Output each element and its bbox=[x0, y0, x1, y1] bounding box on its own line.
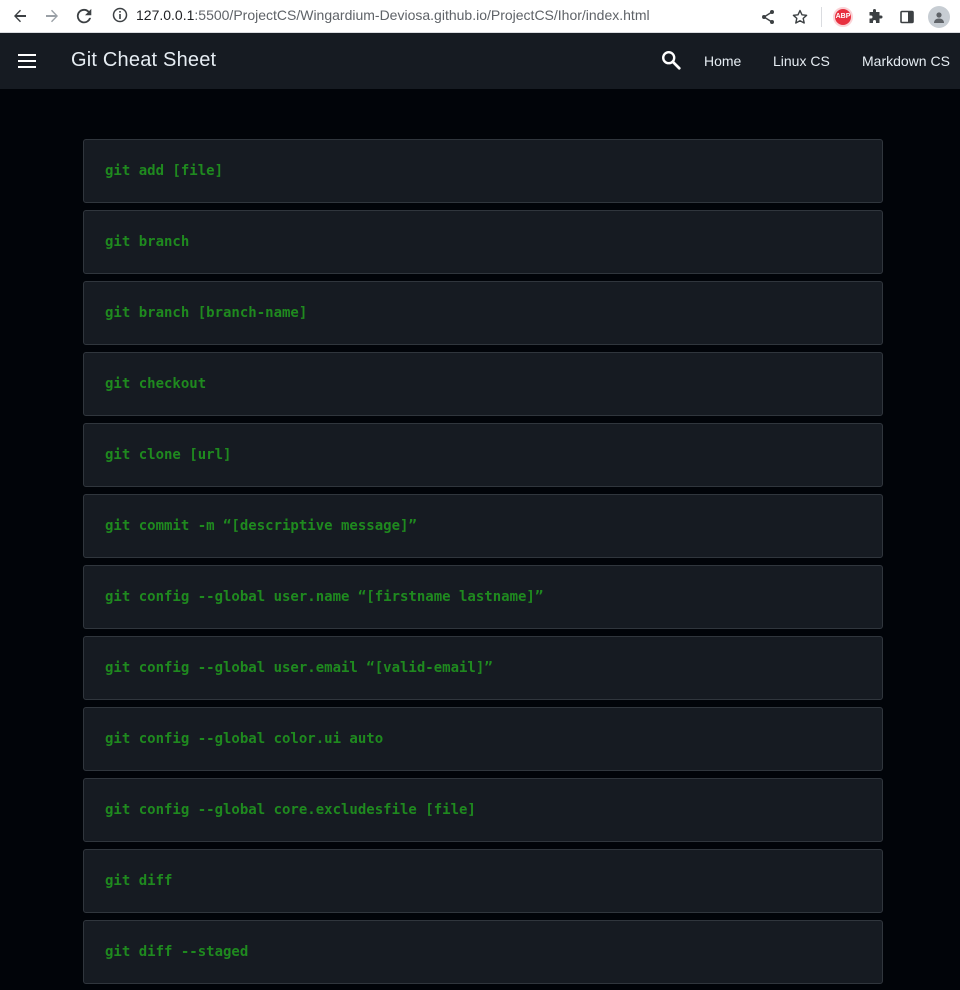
command-card[interactable]: git config --global user.name “[firstnam… bbox=[83, 565, 883, 629]
command-text: git diff bbox=[105, 873, 173, 889]
command-card[interactable]: git config --global core.excludesfile [f… bbox=[83, 778, 883, 842]
command-text: git commit -m “[descriptive message]” bbox=[105, 518, 417, 534]
adblock-icon[interactable]: ABP bbox=[830, 4, 856, 30]
profile-avatar-icon[interactable] bbox=[926, 4, 952, 30]
command-card[interactable]: git commit -m “[descriptive message]” bbox=[83, 494, 883, 558]
command-list: git add [file] git branch git branch [br… bbox=[83, 139, 883, 990]
bookmark-star-icon[interactable] bbox=[787, 4, 813, 30]
extensions-puzzle-icon[interactable] bbox=[862, 4, 888, 30]
command-text: git branch [branch-name] bbox=[105, 305, 308, 321]
reload-button[interactable] bbox=[68, 0, 100, 33]
command-card[interactable]: git diff --staged bbox=[83, 920, 883, 984]
forward-arrow-icon bbox=[46, 9, 58, 23]
command-text: git config --global user.name “[firstnam… bbox=[105, 589, 544, 605]
nav-link-linux-cs[interactable]: Linux CS bbox=[773, 53, 830, 69]
nav-link-markdown-cs[interactable]: Markdown CS bbox=[862, 53, 950, 69]
browser-extensions: ABP bbox=[755, 0, 952, 33]
command-card[interactable]: git branch bbox=[83, 210, 883, 274]
command-card[interactable]: git add [file] bbox=[83, 139, 883, 203]
command-card[interactable]: git checkout bbox=[83, 352, 883, 416]
command-text: git checkout bbox=[105, 376, 207, 392]
browser-toolbar: 127.0.0.1 :5500/ProjectCS/Wingardium-Dev… bbox=[0, 0, 960, 33]
command-text: git clone [url] bbox=[105, 447, 232, 463]
back-arrow-icon bbox=[14, 9, 26, 23]
reload-icon bbox=[76, 8, 92, 24]
url-path: :5500/ProjectCS/Wingardium-Deviosa.githu… bbox=[194, 7, 650, 23]
forward-button[interactable] bbox=[36, 0, 68, 33]
command-text: git config --global core.excludesfile [f… bbox=[105, 802, 476, 818]
command-text: git config --global color.ui auto bbox=[105, 731, 384, 747]
command-text: git add [file] bbox=[105, 163, 224, 179]
command-card[interactable]: git clone [url] bbox=[83, 423, 883, 487]
command-card[interactable]: git branch [branch-name] bbox=[83, 281, 883, 345]
back-button[interactable] bbox=[4, 0, 36, 33]
address-bar[interactable]: 127.0.0.1 :5500/ProjectCS/Wingardium-Dev… bbox=[110, 2, 810, 28]
command-card[interactable]: git config --global user.email “[valid-e… bbox=[83, 636, 883, 700]
command-text: git config --global user.email “[valid-e… bbox=[105, 660, 493, 676]
command-card[interactable]: git config --global color.ui auto bbox=[83, 707, 883, 771]
command-text: git diff --staged bbox=[105, 944, 249, 960]
app-header: Git Cheat Sheet Home Linux CS Markdown C… bbox=[0, 33, 960, 89]
share-icon[interactable] bbox=[755, 4, 781, 30]
command-text: git branch bbox=[105, 234, 190, 250]
search-icon[interactable] bbox=[660, 49, 682, 71]
toolbar-separator bbox=[821, 6, 822, 27]
page-title: Git Cheat Sheet bbox=[71, 49, 217, 71]
side-panel-icon[interactable] bbox=[894, 4, 920, 30]
command-card[interactable]: git diff bbox=[83, 849, 883, 913]
nav-link-home[interactable]: Home bbox=[704, 53, 741, 69]
site-info-icon[interactable] bbox=[110, 5, 130, 25]
url-host: 127.0.0.1 bbox=[136, 7, 195, 23]
hamburger-menu-icon[interactable] bbox=[14, 49, 40, 73]
